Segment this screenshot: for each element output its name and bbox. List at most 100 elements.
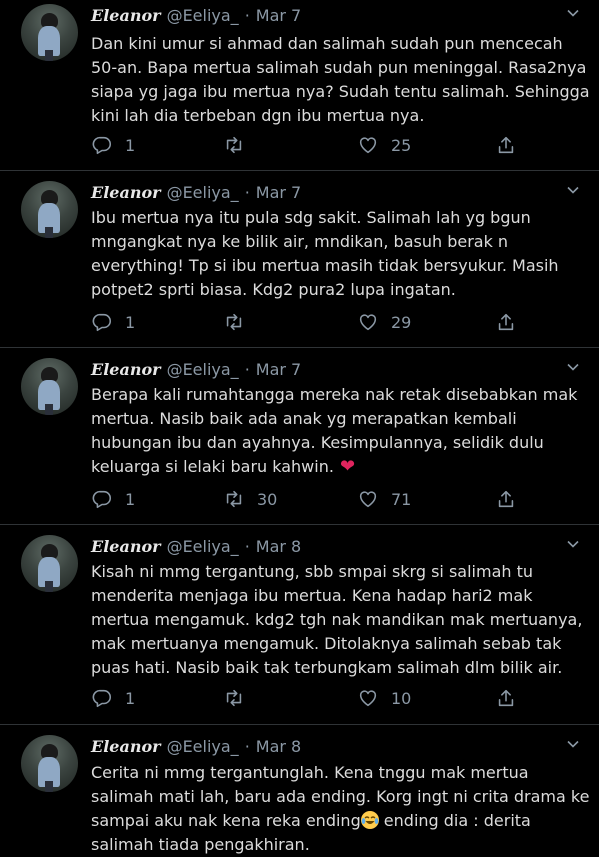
avatar[interactable]	[21, 358, 78, 415]
like-count: 29	[391, 312, 412, 332]
tweet-actions: 1 30 71	[91, 488, 521, 510]
chevron-down-icon[interactable]	[566, 6, 580, 20]
reply-count: 1	[125, 135, 136, 155]
reply-count: 1	[125, 688, 136, 708]
reply-button[interactable]: 1	[91, 687, 135, 709]
tweet-text: Kisah ni mmg tergantung, sbb smpai skrg …	[91, 560, 583, 680]
tweet-header: Eleanor @Eeliya_ · Mar 7	[91, 181, 301, 203]
avatar[interactable]	[21, 535, 78, 592]
retweet-button[interactable]	[223, 311, 257, 333]
tweet-text-line: keluarga si lelaki baru kahwin. ❤	[91, 455, 561, 479]
tweet-text-line: Dan kini umur si ahmad dan salimah sudah…	[91, 34, 563, 53]
tweet-text-line: mertua mengamuk. kdg2 tgh nak mandikan m…	[91, 610, 583, 629]
avatar[interactable]	[21, 4, 78, 61]
like-button[interactable]: 71	[357, 488, 411, 510]
user-handle[interactable]: @Eeliya_	[167, 183, 239, 202]
retweet-button[interactable]: 30	[223, 488, 277, 510]
tweet-text-line: mak mertuanya mengamuk. Ditolaknya salim…	[91, 634, 562, 653]
tweet-header: Eleanor @Eeliya_ · Mar 8	[91, 535, 301, 557]
chevron-down-icon[interactable]	[566, 360, 580, 374]
like-button[interactable]: 10	[357, 687, 411, 709]
tweet-text-line: siapa yg jaga ibu mertua nya? Sudah tent…	[91, 82, 590, 101]
tweet-text-line: potpet2 sprti biasa. Kdg2 pura2 lupa ing…	[91, 280, 456, 299]
tweet[interactable]: Eleanor @Eeliya_ · Mar 8 Cerita ni mmg t…	[0, 735, 599, 857]
tears-of-joy-emoji-icon	[360, 811, 379, 829]
share-icon	[498, 136, 514, 154]
display-name[interactable]: Eleanor	[91, 183, 161, 202]
avatar[interactable]	[21, 735, 78, 792]
tweet-text-line: salimah mati lah, baru ada ending. Korg …	[91, 787, 590, 806]
retweet-count: 30	[257, 489, 278, 509]
tweet-text-line: Berapa kali rumahtangga mereka nak retak…	[91, 385, 578, 404]
share-icon	[498, 313, 514, 331]
like-count: 25	[391, 135, 412, 155]
tweet-header: Eleanor @Eeliya_ · Mar 8	[91, 735, 301, 757]
reply-icon	[92, 313, 112, 332]
share-button[interactable]	[495, 311, 517, 333]
tweet-text: Cerita ni mmg tergantunglah. Kena tnggu …	[91, 761, 590, 857]
tweet[interactable]: Eleanor @Eeliya_ · Mar 8 Kisah ni mmg te…	[0, 535, 599, 720]
divider	[0, 170, 599, 171]
reply-icon	[92, 490, 112, 509]
reply-button[interactable]: 1	[91, 311, 135, 333]
display-name[interactable]: Eleanor	[91, 737, 161, 756]
tweet-text-fragment: sampai aku nak kena reka ending	[91, 811, 361, 830]
red-heart-emoji: ❤	[339, 456, 356, 477]
like-button[interactable]: 29	[357, 311, 411, 333]
tweet-text-line: Cerita ni mmg tergantunglah. Kena tnggu …	[91, 763, 529, 782]
share-button[interactable]	[495, 687, 517, 709]
like-button[interactable]: 25	[357, 134, 411, 156]
user-handle[interactable]: @Eeliya_	[167, 537, 239, 556]
tweet-text: Berapa kali rumahtangga mereka nak retak…	[91, 383, 578, 479]
reply-button[interactable]: 1	[91, 488, 135, 510]
share-button[interactable]	[495, 134, 517, 156]
share-icon	[498, 689, 514, 707]
avatar[interactable]	[21, 181, 78, 238]
retweet-button[interactable]	[223, 687, 257, 709]
tweet-text-line: mertua. Nasib baik ada anak yg merapatka…	[91, 409, 517, 428]
retweet-icon	[226, 490, 242, 508]
share-button[interactable]	[495, 488, 517, 510]
tweet-actions: 1 10	[91, 687, 521, 709]
reply-count: 1	[125, 312, 136, 332]
tweet-text-line: salimah tiada pengakhiran.	[91, 835, 310, 854]
heart-icon	[359, 314, 377, 331]
share-icon	[498, 490, 514, 508]
tweet[interactable]: Eleanor @Eeliya_ · Mar 7 Dan kini umur s…	[0, 4, 599, 164]
tweet-text-line: sampai aku nak kena reka ending ending d…	[91, 809, 561, 833]
tweet-date[interactable]: Mar 8	[256, 537, 301, 556]
reply-button[interactable]: 1	[91, 134, 135, 156]
chevron-down-icon[interactable]	[566, 737, 580, 751]
display-name[interactable]: Eleanor	[91, 360, 161, 379]
chevron-down-icon[interactable]	[566, 537, 580, 551]
tweet-text: Dan kini umur si ahmad dan salimah sudah…	[91, 32, 590, 128]
separator-dot: ·	[244, 5, 250, 25]
separator-dot: ·	[244, 359, 250, 379]
tweet-actions: 1 25	[91, 134, 521, 156]
separator-dot: ·	[244, 536, 250, 556]
tweet-date[interactable]: Mar 8	[256, 737, 301, 756]
reply-icon	[92, 136, 112, 155]
tweet-text-fragment: ending dia : derita	[378, 811, 531, 830]
tweet-date[interactable]: Mar 7	[256, 360, 301, 379]
tweet-text-line: everything! Tp si ibu mertua masih tidak…	[91, 256, 559, 275]
tweet-text-line: menderita menjaga ibu mertua. Kena hadap…	[91, 586, 533, 605]
tweet-date[interactable]: Mar 7	[256, 6, 301, 25]
divider	[0, 347, 599, 348]
tweet-text: Ibu mertua nya itu pula sdg sakit. Salim…	[91, 206, 561, 302]
user-handle[interactable]: @Eeliya_	[167, 6, 239, 25]
tweet-actions: 1 29	[91, 311, 521, 333]
tweet[interactable]: Eleanor @Eeliya_ · Mar 7 Berapa kali rum…	[0, 358, 599, 518]
user-handle[interactable]: @Eeliya_	[167, 737, 239, 756]
user-handle[interactable]: @Eeliya_	[167, 360, 239, 379]
retweet-icon	[226, 689, 242, 707]
reply-icon	[92, 689, 112, 708]
display-name[interactable]: Eleanor	[91, 537, 161, 556]
like-count: 10	[391, 688, 412, 708]
tweet[interactable]: Eleanor @Eeliya_ · Mar 7 Ibu mertua nya …	[0, 181, 599, 341]
retweet-button[interactable]	[223, 134, 257, 156]
chevron-down-icon[interactable]	[566, 183, 580, 197]
tweet-text-line: hubungan ibu dan ayahnya. Kesimpulannya,…	[91, 433, 544, 452]
display-name[interactable]: Eleanor	[91, 6, 161, 25]
tweet-date[interactable]: Mar 7	[256, 183, 301, 202]
